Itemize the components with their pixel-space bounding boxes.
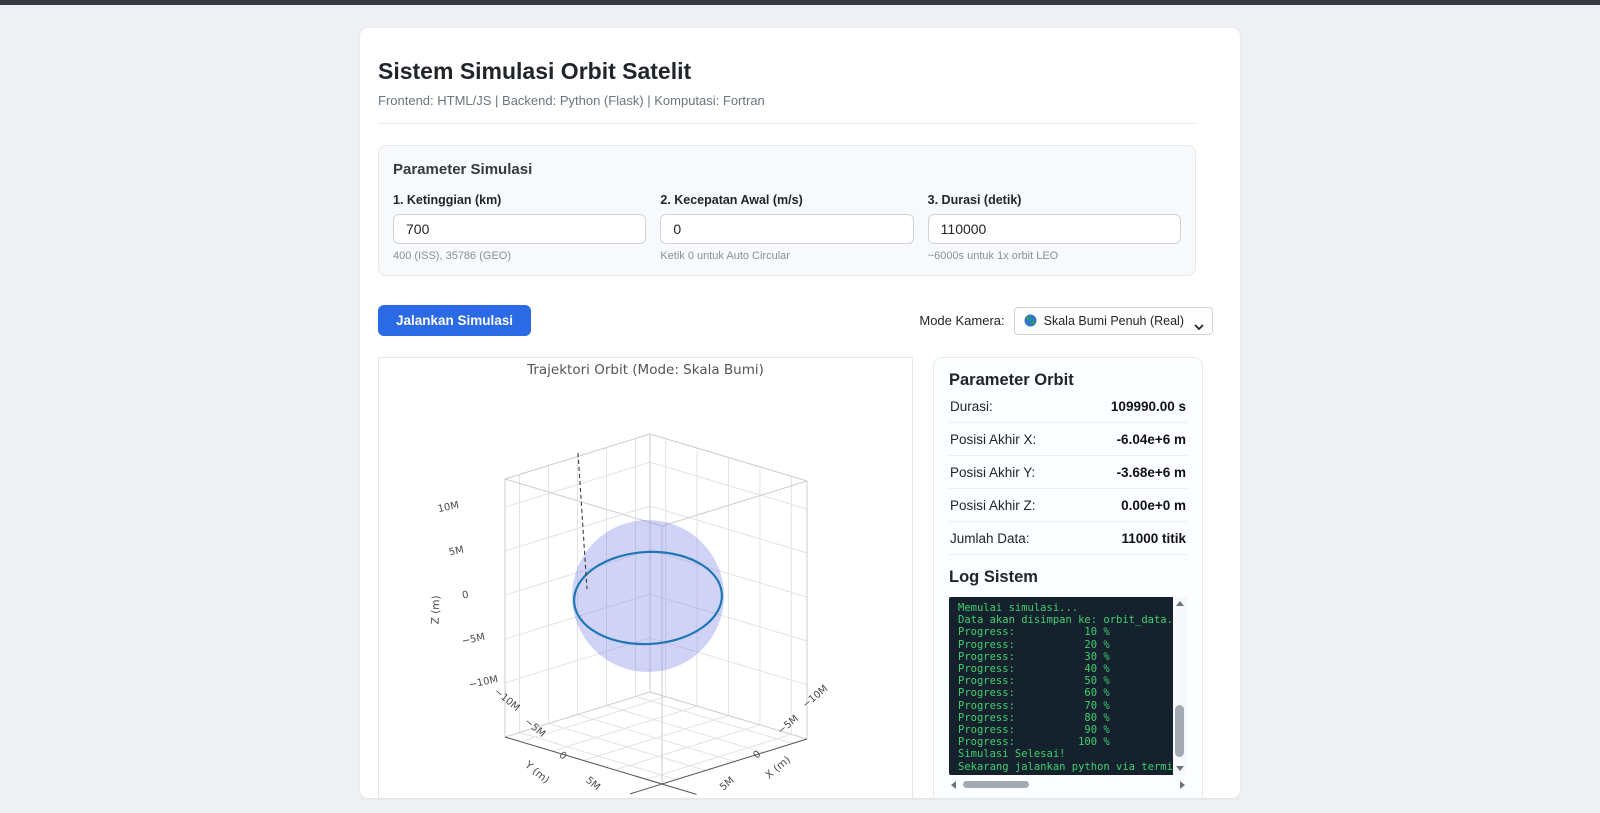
- earth-sphere: [572, 520, 724, 672]
- xtick: 5M: [718, 775, 737, 793]
- y-axis-label: Y (m): [522, 758, 552, 786]
- param-label: Posisi Akhir Y:: [950, 465, 1036, 480]
- orbit-3d-plot: Trajektori Orbit (Mode: Skala Bumi) 10M …: [378, 357, 913, 798]
- horizontal-scroll-thumb[interactable]: [963, 781, 1029, 788]
- scroll-right-arrow-icon[interactable]: [1180, 781, 1185, 789]
- ytick: −5M: [522, 716, 547, 739]
- camera-mode-label: Mode Kamera:: [919, 313, 1005, 328]
- ztick: −5M: [461, 632, 486, 648]
- xtick: 0: [751, 749, 763, 762]
- durasi-hint: ~6000s untuk 1x orbit LEO: [927, 250, 1059, 262]
- ztick: −10M: [468, 674, 499, 691]
- ztick: 5M: [448, 545, 465, 559]
- param-value: 11000 titik: [1121, 531, 1186, 546]
- field-kecepatan: 2. Kecepatan Awal (m/s) Ketik 0 untuk Au…: [660, 193, 914, 262]
- terminal-wrap: Memulai simulasi... Data akan disimpan ke…: [949, 597, 1187, 791]
- run-simulation-button[interactable]: Jalankan Simulasi: [378, 305, 532, 336]
- divider: [378, 123, 1196, 124]
- x-axis-label: X (m): [763, 754, 793, 782]
- scroll-left-arrow-icon[interactable]: [951, 781, 956, 789]
- ketinggian-label: 1. Ketinggian (km): [393, 193, 502, 207]
- param-value: 0.00e+0 m: [1121, 498, 1186, 513]
- parameter-form: Parameter Simulasi 1. Ketinggian (km) 40…: [378, 145, 1196, 276]
- page-subtitle: Frontend: HTML/JS | Backend: Python (Fla…: [378, 93, 765, 108]
- param-label: Jumlah Data:: [950, 531, 1030, 546]
- z-axis-label: Z (m): [430, 595, 443, 624]
- param-row-durasi: Durasi: 109990.00 s: [949, 390, 1187, 423]
- top-navbar: [0, 0, 1600, 5]
- param-label: Posisi Akhir Z:: [950, 498, 1036, 513]
- page-title: Sistem Simulasi Orbit Satelit: [378, 58, 692, 84]
- field-ketinggian: 1. Ketinggian (km) 400 (ISS), 35786 (GEO…: [393, 193, 647, 262]
- plot-canvas: 10M 5M 0 −5M −10M Z (m) −10M −5M 0 5M Y …: [430, 433, 830, 795]
- log-output[interactable]: Memulai simulasi... Data akan disimpan ke…: [949, 597, 1173, 775]
- camera-mode-value: Skala Bumi Penuh (Real): [1043, 313, 1184, 328]
- kecepatan-hint: Ketik 0 untuk Auto Circular: [660, 250, 790, 262]
- param-row-jumlah-data: Jumlah Data: 11000 titik: [949, 522, 1187, 555]
- vertical-scroll-thumb[interactable]: [1175, 705, 1184, 757]
- durasi-label: 3. Durasi (detik): [927, 193, 1022, 207]
- param-row-posisi-y: Posisi Akhir Y: -3.68e+6 m: [949, 456, 1187, 489]
- camera-mode-select[interactable]: Skala Bumi Penuh (Real): [1013, 306, 1213, 335]
- kecepatan-input[interactable]: [660, 214, 914, 244]
- main-card: Sistem Simulasi Orbit Satelit Frontend: …: [360, 28, 1240, 798]
- horizontal-scrollbar[interactable]: [949, 779, 1187, 791]
- xtick: −10M: [800, 683, 830, 711]
- field-durasi: 3. Durasi (detik) ~6000s untuk 1x orbit …: [927, 193, 1181, 262]
- param-label: Posisi Akhir X:: [950, 432, 1037, 447]
- param-value: 109990.00 s: [1110, 399, 1186, 414]
- vertical-scrollbar[interactable]: [1173, 597, 1187, 775]
- ztick: 10M: [437, 500, 460, 515]
- param-value: -3.68e+6 m: [1116, 465, 1186, 480]
- scroll-down-arrow-icon[interactable]: [1176, 766, 1184, 771]
- param-row-posisi-x: Posisi Akhir X: -6.04e+6 m: [949, 423, 1187, 456]
- param-row-posisi-z: Posisi Akhir Z: 0.00e+0 m: [949, 489, 1187, 522]
- globe-icon: [1024, 314, 1037, 327]
- ztick: 0: [461, 590, 470, 602]
- ytick: 5M: [583, 775, 602, 793]
- orbit-params-heading: Parameter Orbit: [949, 371, 1074, 389]
- durasi-input[interactable]: [927, 214, 1181, 244]
- chevron-down-icon: [1194, 319, 1204, 333]
- ketinggian-input[interactable]: [393, 214, 647, 244]
- ketinggian-hint: 400 (ISS), 35786 (GEO): [393, 250, 511, 262]
- param-value: -6.04e+6 m: [1116, 432, 1186, 447]
- scroll-up-arrow-icon[interactable]: [1176, 601, 1184, 606]
- kecepatan-label: 2. Kecepatan Awal (m/s): [660, 193, 803, 207]
- form-heading: Parameter Simulasi: [393, 161, 533, 178]
- param-label: Durasi:: [950, 399, 993, 414]
- results-panel: Parameter Orbit Durasi: 109990.00 s Posi…: [933, 357, 1203, 798]
- log-heading: Log Sistem: [949, 568, 1038, 586]
- ytick: 0: [557, 750, 569, 763]
- ytick: −10M: [492, 686, 522, 714]
